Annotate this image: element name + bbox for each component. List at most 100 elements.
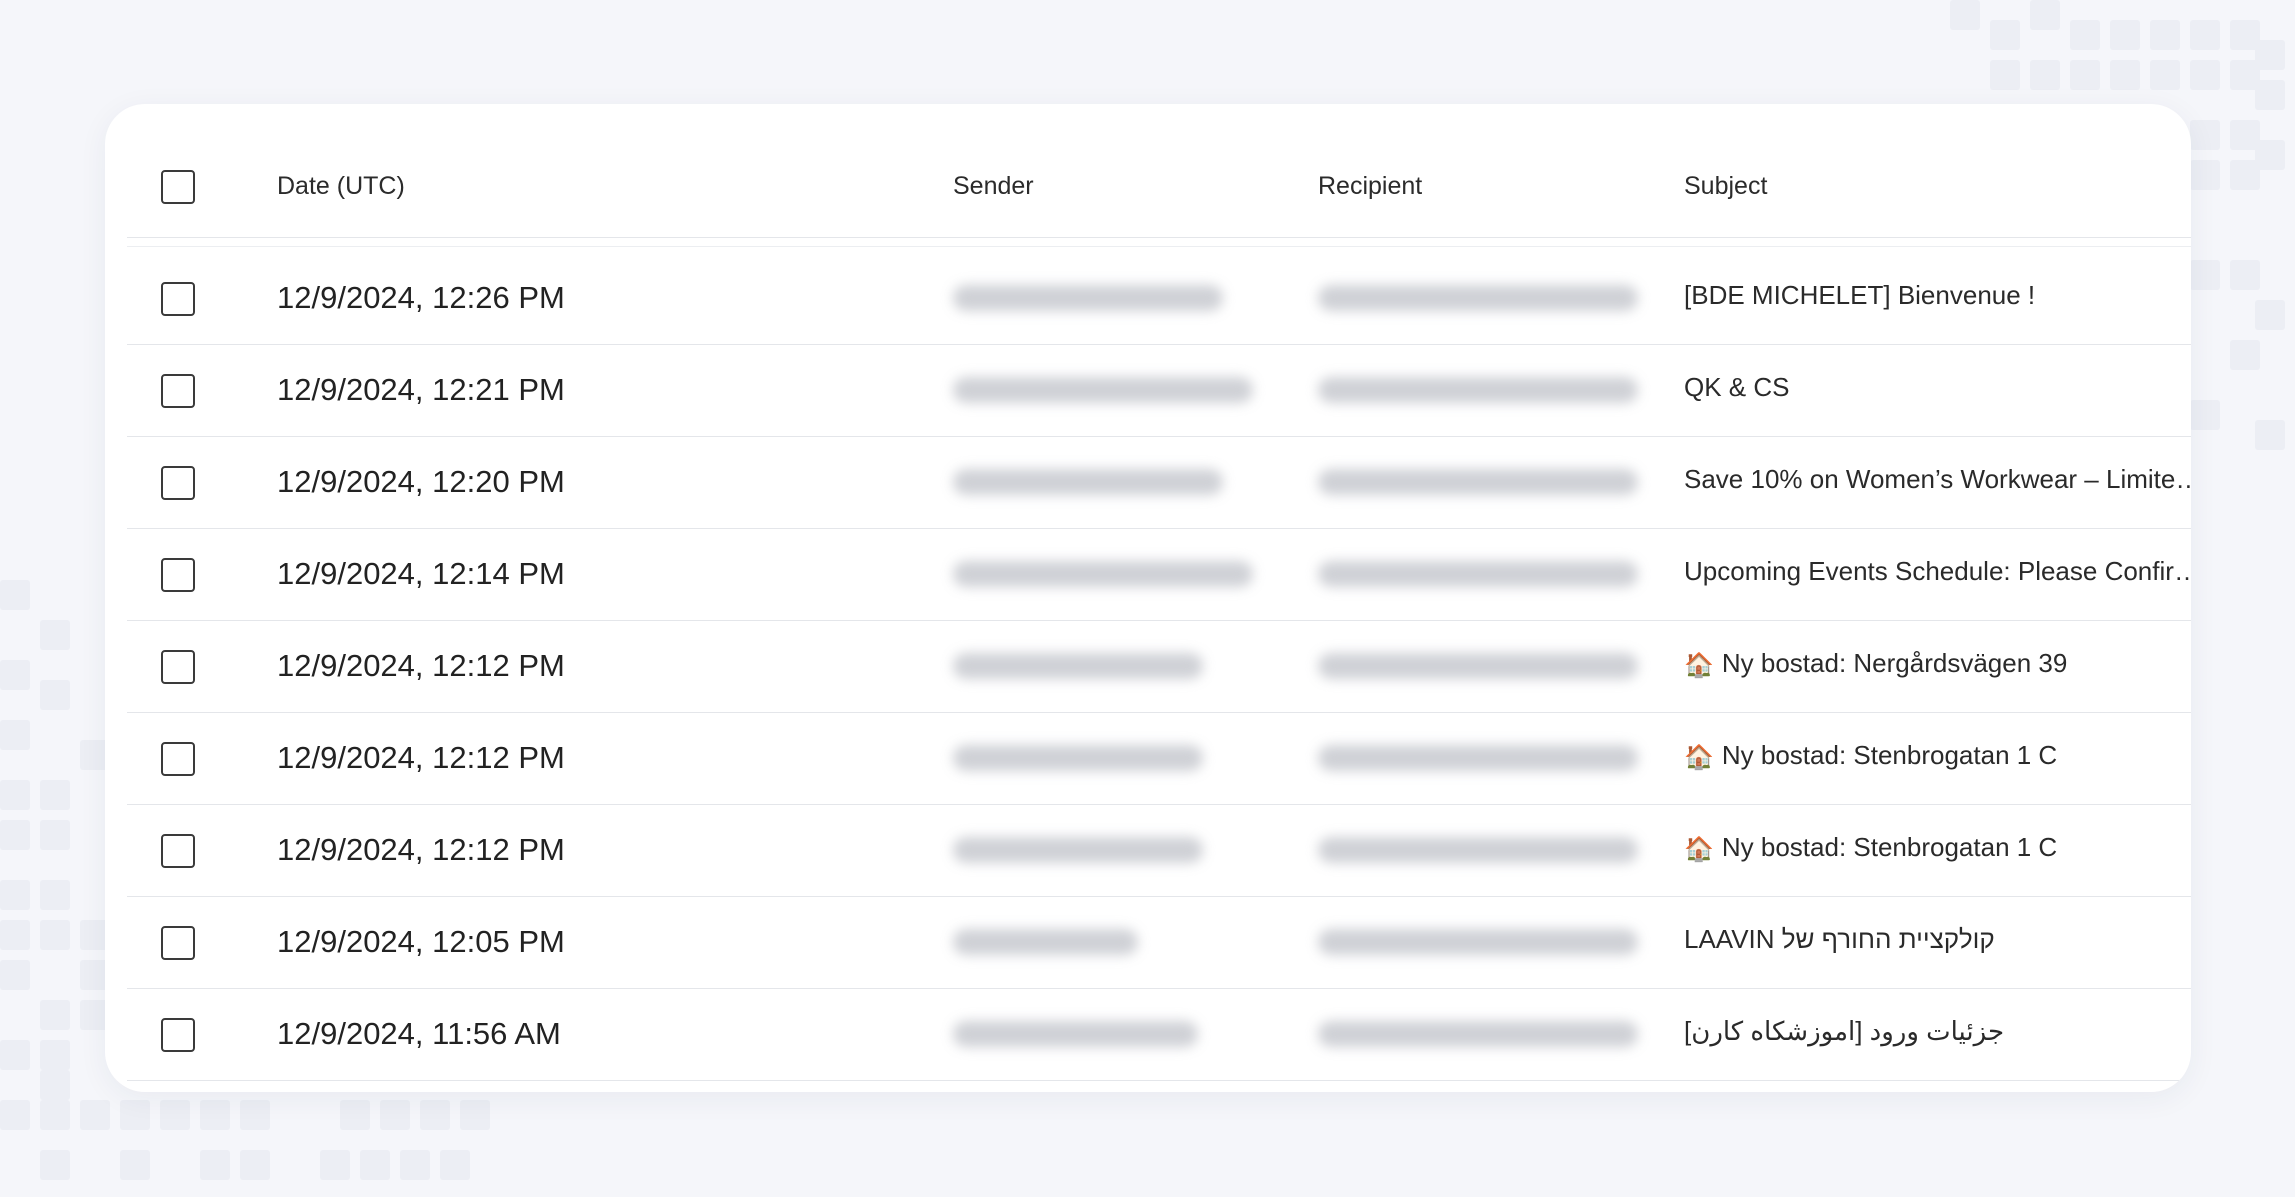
- background-square: [2255, 40, 2285, 70]
- table-row[interactable]: 12/9/2024, 12:26 PM [BDE MICHELET] Bienve…: [127, 253, 2191, 345]
- table-body: 12/9/2024, 12:26 PM [BDE MICHELET] Bienve…: [127, 253, 2191, 1081]
- row-sender-redacted: [953, 745, 1203, 771]
- background-square: [2255, 140, 2285, 170]
- row-subject: Upcoming Events Schedule: Please Confirm…: [1684, 556, 2191, 587]
- background-square: [0, 920, 30, 950]
- row-recipient-redacted: [1318, 745, 1638, 771]
- table-row[interactable]: 12/9/2024, 11:56 AM جزئیات ورود [اموزشکاه…: [127, 989, 2191, 1081]
- row-subject-text: Save 10% on Women’s Workwear – Limited T…: [1684, 464, 2191, 494]
- row-checkbox[interactable]: [161, 374, 195, 408]
- row-subject-text: QK & CS: [1684, 372, 1790, 402]
- background-square: [40, 920, 70, 950]
- background-square: [40, 880, 70, 910]
- background-square: [420, 1100, 450, 1130]
- row-date: 12/9/2024, 12:14 PM: [277, 556, 565, 591]
- row-subject-text: Upcoming Events Schedule: Please Confirm…: [1684, 556, 2191, 586]
- row-subject-text: Ny bostad: Nergårdsvägen 39: [1721, 648, 2068, 678]
- background-square: [40, 1040, 70, 1070]
- column-header-date[interactable]: Date (UTC): [277, 172, 405, 201]
- background-square: [2030, 0, 2060, 30]
- background-square: [380, 1100, 410, 1130]
- background-square: [0, 660, 30, 690]
- background-square: [40, 680, 70, 710]
- background-square: [40, 620, 70, 650]
- row-subject: 🏠 Ny bostad: Stenbrogatan 1 C: [1684, 740, 2191, 772]
- row-sender-redacted: [953, 929, 1138, 955]
- background-square: [2230, 340, 2260, 370]
- background-square: [2190, 400, 2220, 430]
- row-sender-redacted: [953, 285, 1223, 311]
- background-square: [160, 1100, 190, 1130]
- table-row[interactable]: 12/9/2024, 12:12 PM 🏠 Ny bostad: Nergårdsv…: [127, 621, 2191, 713]
- house-icon: 🏠: [1684, 836, 1714, 863]
- background-square: [40, 1100, 70, 1130]
- table-header: Date (UTC) Sender Recipient Subject: [127, 104, 2191, 247]
- table-row[interactable]: 12/9/2024, 12:12 PM 🏠 Ny bostad: Stenbroga…: [127, 713, 2191, 805]
- background-square: [40, 1150, 70, 1180]
- background-square: [40, 1000, 70, 1030]
- table-row[interactable]: 12/9/2024, 12:21 PM QK & CS: [127, 345, 2191, 437]
- background-square: [2230, 120, 2260, 150]
- background-square: [440, 1150, 470, 1180]
- row-checkbox[interactable]: [161, 650, 195, 684]
- table-row[interactable]: 12/9/2024, 12:20 PM Save 10% on Women’s W…: [127, 437, 2191, 529]
- table-row[interactable]: 12/9/2024, 12:05 PM קולקציית החורף של LAA…: [127, 897, 2191, 989]
- email-table: Date (UTC) Sender Recipient Subject 12/9…: [127, 104, 2191, 1081]
- row-sender-redacted: [953, 1021, 1198, 1047]
- background-square: [2230, 60, 2260, 90]
- row-checkbox[interactable]: [161, 466, 195, 500]
- row-subject: QK & CS: [1684, 372, 2191, 403]
- background-square: [2030, 60, 2060, 90]
- row-checkbox[interactable]: [161, 926, 195, 960]
- row-checkbox[interactable]: [161, 558, 195, 592]
- row-sender-redacted: [953, 561, 1253, 587]
- background-square: [1990, 60, 2020, 90]
- row-checkbox[interactable]: [161, 282, 195, 316]
- table-row[interactable]: 12/9/2024, 12:12 PM 🏠 Ny bostad: Stenbroga…: [127, 805, 2191, 897]
- row-checkbox[interactable]: [161, 742, 195, 776]
- row-recipient-redacted: [1318, 837, 1638, 863]
- row-checkbox[interactable]: [161, 1018, 195, 1052]
- background-square: [0, 580, 30, 610]
- column-header-recipient[interactable]: Recipient: [1318, 172, 1422, 201]
- row-recipient-redacted: [1318, 1021, 1638, 1047]
- background-square: [240, 1100, 270, 1130]
- background-square: [80, 1100, 110, 1130]
- background-square: [0, 880, 30, 910]
- row-subject: Save 10% on Women’s Workwear – Limited T…: [1684, 464, 2191, 495]
- background-square: [2150, 20, 2180, 50]
- background-square: [2190, 260, 2220, 290]
- row-recipient-redacted: [1318, 929, 1638, 955]
- row-sender-redacted: [953, 653, 1203, 679]
- row-subject-text: Ny bostad: Stenbrogatan 1 C: [1721, 832, 2058, 862]
- background-square: [2190, 60, 2220, 90]
- column-header-subject[interactable]: Subject: [1684, 172, 2191, 201]
- background-square: [0, 720, 30, 750]
- row-subject-text: جزئیات ورود [اموزشکاه کارن]: [1684, 1016, 2005, 1046]
- table-row[interactable]: 12/9/2024, 12:14 PM Upcoming Events Sched…: [127, 529, 2191, 621]
- row-sender-redacted: [953, 837, 1203, 863]
- background-square: [2255, 420, 2285, 450]
- background-square: [400, 1150, 430, 1180]
- background-square: [2255, 80, 2285, 110]
- row-recipient-redacted: [1318, 653, 1638, 679]
- row-subject: 🏠 Ny bostad: Stenbrogatan 1 C: [1684, 832, 2191, 864]
- row-date: 12/9/2024, 12:05 PM: [277, 924, 565, 959]
- select-all-checkbox[interactable]: [161, 170, 195, 204]
- background-square: [340, 1100, 370, 1130]
- row-checkbox[interactable]: [161, 834, 195, 868]
- column-header-sender[interactable]: Sender: [953, 172, 1034, 201]
- background-square: [2230, 160, 2260, 190]
- row-date: 12/9/2024, 12:20 PM: [277, 464, 565, 499]
- background-square: [1990, 20, 2020, 50]
- row-subject: 🏠 Ny bostad: Nergårdsvägen 39: [1684, 648, 2191, 680]
- background-square: [2110, 60, 2140, 90]
- background-square: [0, 1100, 30, 1130]
- row-date: 12/9/2024, 12:12 PM: [277, 648, 565, 683]
- background-square: [2110, 20, 2140, 50]
- background-square: [460, 1100, 490, 1130]
- row-date: 12/9/2024, 12:21 PM: [277, 372, 565, 407]
- background-square: [0, 1040, 30, 1070]
- background-square: [2190, 120, 2220, 150]
- background-square: [200, 1150, 230, 1180]
